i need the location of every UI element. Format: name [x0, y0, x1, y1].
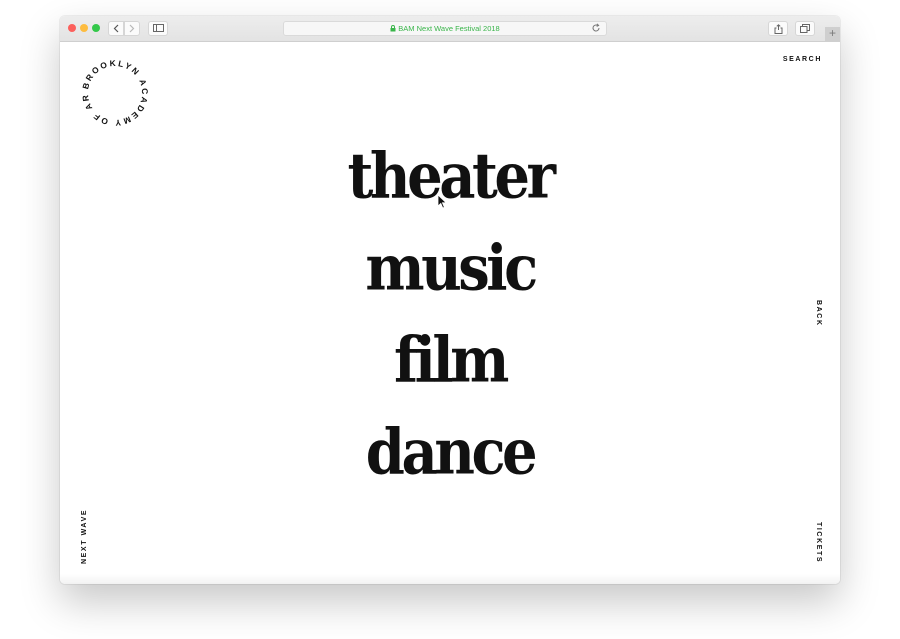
category-menu: theater music film dance	[60, 130, 840, 498]
page-content: BROOKLYN ACADEMY OF ARTS SEARCH BACK TIC…	[60, 42, 840, 584]
share-icon	[774, 24, 782, 34]
share-button[interactable]	[768, 21, 788, 36]
logo-text: BROOKLYN ACADEMY OF ARTS	[78, 56, 150, 128]
category-theater[interactable]: theater	[60, 124, 840, 227]
minimize-window-button[interactable]	[80, 24, 88, 32]
browser-window: BAM Next Wave Festival 2018 + BROOKLYN A…	[60, 16, 840, 584]
sidebar-icon	[152, 24, 164, 32]
category-film[interactable]: film	[60, 308, 840, 411]
zoom-window-button[interactable]	[92, 24, 100, 32]
cursor-icon	[437, 194, 447, 209]
back-icon	[113, 24, 119, 33]
tickets-link[interactable]: TICKETS	[815, 522, 822, 563]
tabs-icon	[800, 24, 810, 33]
browser-toolbar: BAM Next Wave Festival 2018 +	[60, 16, 840, 42]
address-text: BAM Next Wave Festival 2018	[398, 24, 500, 33]
close-window-button[interactable]	[68, 24, 76, 32]
category-dance[interactable]: dance	[60, 400, 840, 503]
lock-icon	[390, 25, 396, 32]
new-tab-button[interactable]: +	[825, 27, 840, 41]
sidebar-button[interactable]	[148, 21, 168, 36]
back-button[interactable]	[108, 21, 124, 36]
forward-button[interactable]	[124, 21, 140, 36]
address-bar[interactable]: BAM Next Wave Festival 2018	[283, 21, 607, 36]
reload-icon[interactable]	[591, 23, 601, 33]
page-bottom-shade	[60, 574, 840, 584]
tabs-overview-button[interactable]	[795, 21, 815, 36]
category-music[interactable]: music	[60, 216, 840, 319]
search-link[interactable]: SEARCH	[783, 56, 822, 63]
next-wave-link[interactable]: NEXT WAVE	[81, 509, 88, 564]
forward-icon	[129, 24, 135, 33]
logo[interactable]: BROOKLYN ACADEMY OF ARTS	[78, 56, 152, 130]
